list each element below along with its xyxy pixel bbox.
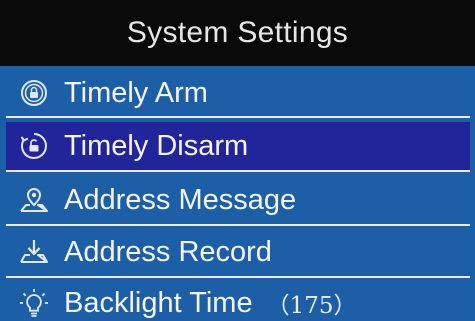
menu-item-label: Backlight Time <box>64 286 253 319</box>
menu-item-label: Timely Disarm <box>64 129 249 162</box>
menu-item-label: Address Message <box>64 183 297 216</box>
menu-item-label: Address Record <box>64 235 272 268</box>
menu-item-backlight-time[interactable]: Backlight Time （175） <box>6 280 470 321</box>
title-bar: System Settings <box>0 0 475 66</box>
menu-item-timely-arm[interactable]: Timely Arm <box>6 70 470 118</box>
download-record-icon <box>14 232 54 272</box>
clock-unlock-icon <box>14 126 54 166</box>
address-pin-icon <box>14 180 54 220</box>
menu-item-label: Timely Arm <box>64 76 208 109</box>
settings-menu: Timely Arm Timely Disarm Address Message… <box>0 66 475 321</box>
page-title: System Settings <box>126 16 349 49</box>
menu-item-address-record[interactable]: Address Record <box>6 228 470 278</box>
menu-item-address-message[interactable]: Address Message <box>6 176 470 226</box>
menu-item-timely-disarm[interactable]: Timely Disarm <box>6 122 470 172</box>
clock-lock-icon <box>14 73 54 113</box>
lightbulb-icon <box>14 283 54 321</box>
settings-screen: System Settings Timely Arm Timely Disarm… <box>0 0 475 321</box>
backlight-time-value: （175） <box>266 293 357 319</box>
